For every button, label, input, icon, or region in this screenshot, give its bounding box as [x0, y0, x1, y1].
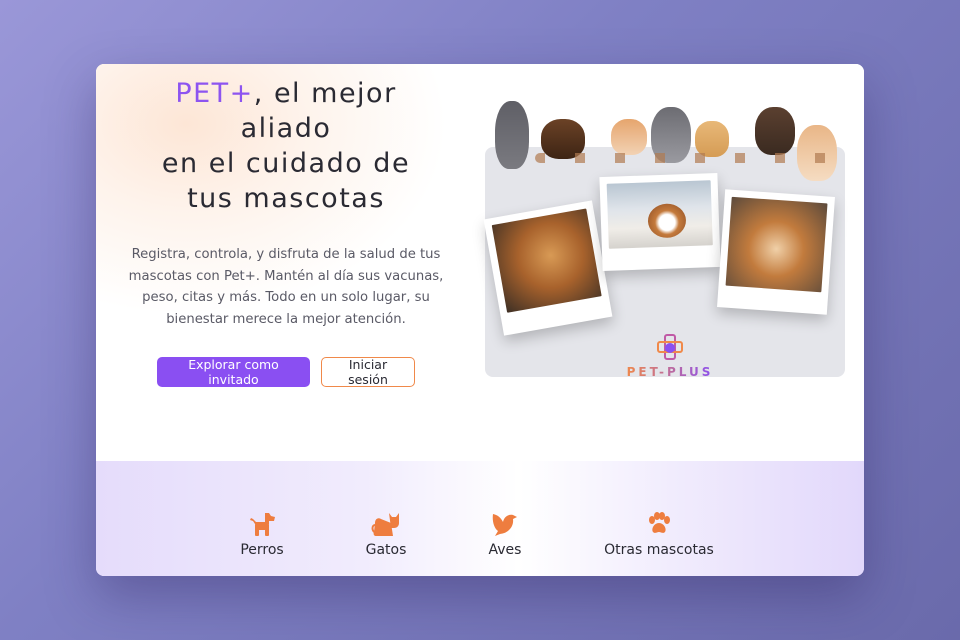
- category-birds[interactable]: Aves: [487, 511, 523, 558]
- bird-icon: [492, 514, 517, 536]
- category-cats[interactable]: Gatos: [364, 511, 408, 558]
- vet-cross-logo-icon: [657, 334, 683, 360]
- login-button[interactable]: Iniciar sesión: [321, 357, 415, 387]
- cat-icon: [371, 513, 399, 536]
- hero-description: Registra, controla, y disfruta de la sal…: [128, 247, 444, 327]
- category-label: Gatos: [365, 542, 407, 558]
- hero-illustration: PET-PLUS: [483, 95, 845, 379]
- category-label: Aves: [488, 542, 522, 558]
- polaroid-dog-petted: [599, 172, 721, 272]
- headline-text-1: , el mejor: [253, 78, 397, 109]
- polaroid-collie: [717, 189, 835, 315]
- headline-text-2: aliado: [240, 113, 332, 144]
- category-dogs[interactable]: Perros: [236, 511, 288, 558]
- pet-cat-gray: [495, 101, 529, 169]
- category-other-pets[interactable]: Otras mascotas: [604, 511, 714, 558]
- paw-icon: [649, 512, 670, 533]
- pet-puppy-golden: [695, 121, 729, 157]
- hero-section: PET+, el mejor aliado en el cuidado de t…: [96, 64, 864, 461]
- paw-row: [535, 153, 835, 163]
- hero-text-column: PET+, el mejor aliado en el cuidado de t…: [116, 76, 456, 387]
- category-label: Perros: [240, 542, 284, 558]
- logo-text: PET-PLUS: [626, 365, 714, 379]
- headline-text-3: en el cuidado de: [161, 148, 411, 179]
- petplus-logo: PET-PLUS: [625, 333, 715, 379]
- main-card: PET+, el mejor aliado en el cuidado de t…: [96, 64, 864, 576]
- dog-icon: [250, 513, 275, 536]
- category-label: Otras mascotas: [604, 542, 714, 558]
- explore-guest-button[interactable]: Explorar como invitado: [157, 357, 310, 387]
- hero-buttons: Explorar como invitado Iniciar sesión: [116, 357, 456, 387]
- pet-dog-dark: [755, 107, 795, 155]
- headline-brand: PET+: [175, 78, 254, 109]
- category-bar: Perros Gatos Aves Otras mascotas: [96, 461, 864, 576]
- polaroid-dog-resting: [483, 200, 613, 336]
- pet-kitten-orange: [611, 119, 647, 155]
- hero-headline: PET+, el mejor aliado en el cuidado de t…: [116, 76, 456, 216]
- headline-text-4: tus mascotas: [187, 183, 385, 214]
